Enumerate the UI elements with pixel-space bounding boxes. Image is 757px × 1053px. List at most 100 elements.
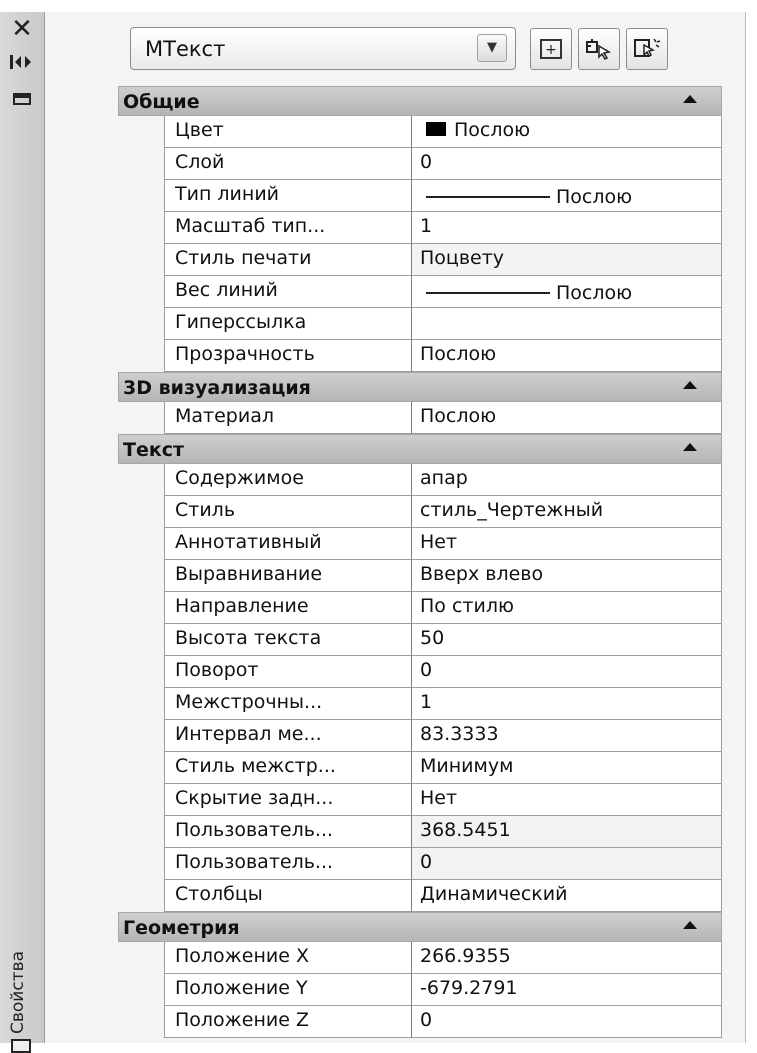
property-value[interactable]: 0 <box>412 148 722 180</box>
collapse-icon[interactable] <box>683 95 697 103</box>
property-row[interactable]: Выравнивание Вверх влево <box>118 560 722 592</box>
property-value[interactable]: Минимум <box>412 752 722 784</box>
property-row[interactable]: Столбцы Динамический <box>118 880 722 912</box>
property-row[interactable]: Тип линий Послою <box>118 180 722 212</box>
property-row[interactable]: Положение Y -679.2791 <box>118 974 722 1006</box>
property-value[interactable]: стиль_Чертежный <box>412 496 722 528</box>
section-title: Текст <box>123 439 185 461</box>
property-value[interactable]: Послою <box>412 340 722 372</box>
property-row[interactable]: Высота текста 50 <box>118 624 722 656</box>
property-row[interactable]: Масштаб тип... 1 <box>118 212 722 244</box>
select-objects-button[interactable] <box>578 28 620 70</box>
property-name: Интервал ме... <box>164 720 412 752</box>
property-row[interactable]: Аннотативный Нет <box>118 528 722 560</box>
color-swatch <box>426 122 446 136</box>
property-row[interactable]: Пользователь... 368.5451 <box>118 816 722 848</box>
property-row[interactable]: Цвет Послою <box>118 116 722 148</box>
property-row[interactable]: Содержимое апар <box>118 464 722 496</box>
palette-title: Свойства <box>8 950 28 1034</box>
toggle-pickadd-button[interactable]: + <box>530 28 572 70</box>
property-name: Прозрачность <box>164 340 412 372</box>
property-value[interactable]: Вверх влево <box>412 560 722 592</box>
property-name: Пользователь... <box>164 816 412 848</box>
close-icon[interactable]: ✕ <box>9 16 35 42</box>
property-row[interactable]: Положение X 266.9355 <box>118 942 722 974</box>
palette-strip: ✕ Свойства <box>0 12 45 1053</box>
palette-icon[interactable] <box>11 1039 31 1053</box>
property-row[interactable]: Межстрочны... 1 <box>118 688 722 720</box>
menu-glyph <box>13 93 31 105</box>
value-text: Послою <box>556 186 633 208</box>
property-name: Стиль <box>164 496 412 528</box>
select-objects-icon <box>586 39 612 60</box>
property-name: Положение Z <box>164 1006 412 1038</box>
quick-select-icon <box>634 38 661 58</box>
property-name: Материал <box>164 402 412 434</box>
property-name: Столбцы <box>164 880 412 912</box>
properties-menu-icon[interactable] <box>9 90 35 109</box>
property-row[interactable]: Гиперссылка <box>118 308 722 340</box>
autohide-glyph <box>10 55 31 69</box>
property-row[interactable]: Интервал ме... 83.3333 <box>118 720 722 752</box>
property-row[interactable]: Вес линий Послою <box>118 276 722 308</box>
property-row[interactable]: Направление По стилю <box>118 592 722 624</box>
property-value[interactable]: По стилю <box>412 592 722 624</box>
object-type-select[interactable]: МТекст ▼ <box>130 27 516 70</box>
property-row[interactable]: Стиль печати Поцвету <box>118 244 722 276</box>
property-value[interactable]: Поцвету <box>412 244 722 276</box>
section-title: 3D визуализация <box>123 377 311 399</box>
property-value[interactable]: Послою <box>412 116 722 148</box>
lineweight-sample <box>426 292 550 294</box>
property-value[interactable]: Послою <box>412 180 722 212</box>
property-row[interactable]: Прозрачность Послою <box>118 340 722 372</box>
property-value[interactable]: Послою <box>412 276 722 308</box>
property-value[interactable] <box>412 308 722 340</box>
property-name: Высота текста <box>164 624 412 656</box>
property-name: Гиперссылка <box>164 308 412 340</box>
property-value[interactable]: -679.2791 <box>412 974 722 1006</box>
property-name: Поворот <box>164 656 412 688</box>
value-text: Послою <box>556 282 633 304</box>
property-value[interactable]: 1 <box>412 212 722 244</box>
chevron-down-icon[interactable]: ▼ <box>477 34 507 62</box>
property-value[interactable]: 0 <box>412 656 722 688</box>
property-row[interactable]: Материал Послою <box>118 402 722 434</box>
property-value[interactable]: Нет <box>412 528 722 560</box>
property-row[interactable]: Скрытие задн... Нет <box>118 784 722 816</box>
property-name: Межстрочны... <box>164 688 412 720</box>
property-value[interactable]: 0 <box>412 848 722 880</box>
section-title: Геометрия <box>123 917 240 939</box>
section-title: Общие <box>123 91 200 113</box>
section-geometry[interactable]: Геометрия <box>118 912 722 942</box>
quick-select-button[interactable] <box>626 28 668 70</box>
property-row[interactable]: Стиль стиль_Чертежный <box>118 496 722 528</box>
property-row[interactable]: Пользователь... 0 <box>118 848 722 880</box>
property-value[interactable]: 1 <box>412 688 722 720</box>
property-value[interactable]: 368.5451 <box>412 816 722 848</box>
property-value[interactable]: 266.9355 <box>412 942 722 974</box>
property-name: Вес линий <box>164 276 412 308</box>
collapse-icon[interactable] <box>683 381 697 389</box>
property-value[interactable]: Послою <box>412 402 722 434</box>
property-name: Положение Y <box>164 974 412 1006</box>
section-general[interactable]: Общие <box>118 86 722 116</box>
property-name: Направление <box>164 592 412 624</box>
property-value[interactable]: 83.3333 <box>412 720 722 752</box>
autohide-icon[interactable] <box>9 54 35 74</box>
section-text[interactable]: Текст <box>118 434 722 464</box>
value-text: Послою <box>454 119 531 141</box>
collapse-icon[interactable] <box>683 443 697 451</box>
property-value[interactable]: апар <box>412 464 722 496</box>
property-name: Масштаб тип... <box>164 212 412 244</box>
property-row[interactable]: Положение Z 0 <box>118 1006 722 1038</box>
property-value[interactable]: 0 <box>412 1006 722 1038</box>
property-row[interactable]: Стиль межстр... Минимум <box>118 752 722 784</box>
section-3d-visualization[interactable]: 3D визуализация <box>118 372 722 402</box>
property-row[interactable]: Слой 0 <box>118 148 722 180</box>
property-value[interactable]: 50 <box>412 624 722 656</box>
collapse-icon[interactable] <box>683 921 697 929</box>
property-row[interactable]: Поворот 0 <box>118 656 722 688</box>
property-name: Содержимое <box>164 464 412 496</box>
property-value[interactable]: Нет <box>412 784 722 816</box>
property-value[interactable]: Динамический <box>412 880 722 912</box>
